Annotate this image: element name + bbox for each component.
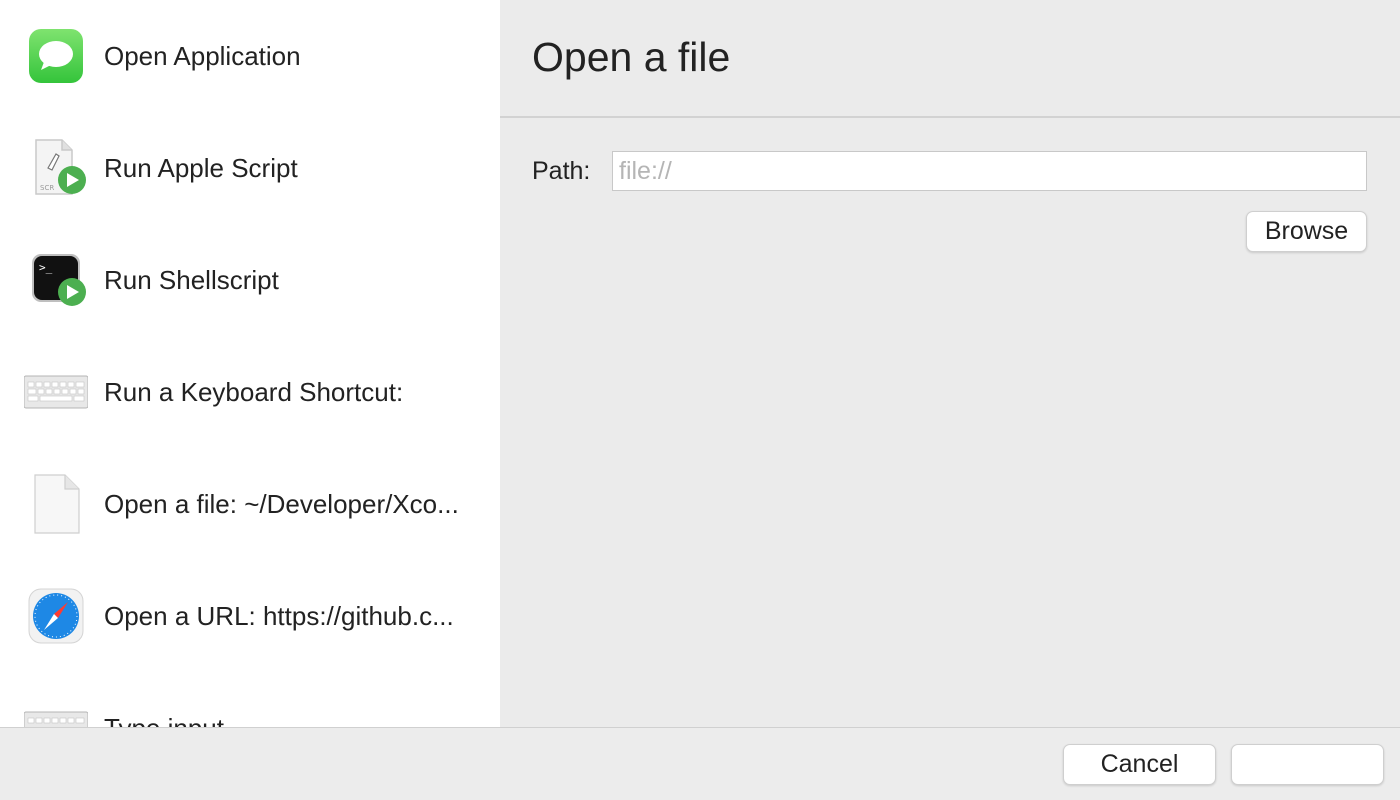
sidebar-item-run-keyboard-shortcut[interactable]: Run a Keyboard Shortcut: [0, 336, 500, 448]
panel-title: Open a file [532, 34, 731, 80]
confirm-button[interactable] [1231, 744, 1384, 785]
sidebar-item-label: Open a URL: https://github.c... [104, 600, 454, 631]
cancel-button[interactable]: Cancel [1063, 744, 1216, 785]
sidebar-item-label: Open a file: ~/Developer/Xco... [104, 488, 459, 519]
sidebar-item-type-input[interactable]: Type input [0, 672, 500, 727]
browse-button[interactable]: Browse [1246, 211, 1367, 252]
title-divider [500, 116, 1400, 118]
script-editor-icon: SCR [24, 136, 88, 200]
path-input[interactable] [612, 151, 1367, 191]
sidebar-item-run-shellscript[interactable]: >_ Run Shellscript [0, 224, 500, 336]
terminal-icon: >_ [24, 248, 88, 312]
dialog-footer: Cancel [0, 727, 1400, 800]
svg-text:SCR: SCR [40, 184, 54, 192]
sidebar-item-open-file[interactable]: Open a file: ~/Developer/Xco... [0, 448, 500, 560]
action-detail-panel: Open a file Path: Browse [500, 0, 1400, 727]
document-icon [24, 472, 88, 536]
sidebar-item-label: Run Shellscript [104, 264, 279, 295]
sidebar-item-label: Run Apple Script [104, 152, 298, 183]
action-editor-window: Open Application SCR Run Apple Script >_… [0, 0, 1400, 800]
actions-sidebar[interactable]: Open Application SCR Run Apple Script >_… [0, 0, 500, 727]
sidebar-item-label: Type input [104, 713, 470, 728]
safari-icon [24, 584, 88, 648]
sidebar-item-label: Open Application [104, 40, 301, 71]
sidebar-item-run-apple-script[interactable]: SCR Run Apple Script [0, 112, 500, 224]
keyboard-icon [24, 696, 88, 727]
path-label: Path: [532, 157, 591, 185]
keyboard-icon [24, 360, 88, 424]
sidebar-item-open-url[interactable]: Open a URL: https://github.c... [0, 560, 500, 672]
messages-app-icon [24, 24, 88, 88]
sidebar-item-label: Run a Keyboard Shortcut: [104, 376, 404, 407]
sidebar-item-open-application[interactable]: Open Application [0, 0, 500, 112]
svg-text:>_: >_ [39, 261, 53, 274]
